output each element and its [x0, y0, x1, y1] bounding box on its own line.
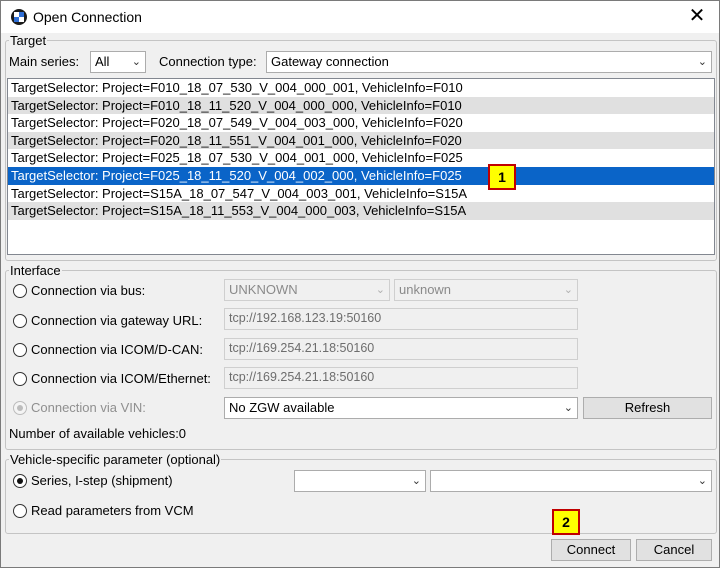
chevron-down-icon: ⌄ [131, 56, 141, 68]
vin-select[interactable]: No ZGW available ⌄ [224, 397, 578, 419]
vin-radio[interactable] [13, 401, 27, 415]
icom-ethernet-radio[interactable] [13, 372, 27, 386]
bus-radio[interactable] [13, 284, 27, 298]
bus-label: Connection via bus: [31, 283, 146, 298]
list-item[interactable]: TargetSelector: Project=S15A_18_07_547_V… [8, 185, 714, 203]
vehicle-params-legend: Vehicle-specific parameter (optional) [10, 452, 221, 467]
list-item[interactable]: TargetSelector: Project=F010_18_07_530_V… [8, 79, 714, 97]
target-list[interactable]: TargetSelector: Project=F010_18_07_530_V… [7, 78, 715, 255]
series-istep-radio[interactable] [13, 474, 27, 488]
app-icon [11, 9, 27, 25]
vin-label: Connection via VIN: [31, 400, 146, 415]
icom-dcan-field[interactable]: tcp://169.254.21.18:50160 [224, 338, 578, 360]
bus-sub-value: unknown [399, 282, 452, 297]
chevron-down-icon: ⌄ [563, 284, 573, 296]
connection-type-select[interactable]: Gateway connection ⌄ [266, 51, 712, 73]
icom-dcan-radio[interactable] [13, 343, 27, 357]
chevron-down-icon: ⌄ [697, 56, 707, 68]
title-bar: Open Connection ✕ [1, 1, 719, 33]
list-item[interactable]: TargetSelector: Project=F020_18_11_551_V… [8, 131, 714, 150]
read-vcm-radio[interactable] [13, 504, 27, 518]
interface-legend: Interface [10, 263, 61, 278]
istep-select[interactable]: ⌄ [430, 470, 712, 492]
vin-value: No ZGW available [229, 400, 335, 415]
gateway-url-field[interactable]: tcp://192.168.123.19:50160 [224, 308, 578, 330]
vehicle-params-group: Vehicle-specific parameter (optional) [5, 452, 717, 534]
series-select[interactable]: ⌄ [294, 470, 426, 492]
open-connection-dialog: Open Connection ✕ Target Main series: Al… [0, 0, 720, 568]
chevron-down-icon: ⌄ [411, 475, 421, 487]
connection-type-value: Gateway connection [271, 54, 389, 69]
close-icon[interactable]: ✕ [685, 4, 709, 28]
connection-type-label: Connection type: [159, 54, 257, 69]
list-item[interactable]: TargetSelector: Project=F025_18_07_530_V… [8, 149, 714, 167]
annotation-badge-1: 1 [488, 164, 516, 190]
target-legend: Target [10, 33, 47, 48]
series-istep-label: Series, I-step (shipment) [31, 473, 173, 488]
chevron-down-icon: ⌄ [375, 284, 385, 296]
bus-value: UNKNOWN [229, 282, 298, 297]
connect-button[interactable]: Connect [551, 539, 631, 561]
bus-select[interactable]: UNKNOWN ⌄ [224, 279, 390, 301]
icom-ethernet-label: Connection via ICOM/Ethernet: [31, 371, 211, 386]
bus-sub-select[interactable]: unknown ⌄ [394, 279, 578, 301]
main-series-label: Main series: [9, 54, 80, 69]
cancel-button[interactable]: Cancel [636, 539, 712, 561]
icom-dcan-label: Connection via ICOM/D-CAN: [31, 342, 203, 357]
chevron-down-icon: ⌄ [697, 475, 707, 487]
list-item[interactable]: TargetSelector: Project=F010_18_11_520_V… [8, 96, 714, 115]
available-vehicles-count: Number of available vehicles:0 [9, 426, 187, 441]
gateway-radio[interactable] [13, 314, 27, 328]
icom-ethernet-field[interactable]: tcp://169.254.21.18:50160 [224, 367, 578, 389]
chevron-down-icon: ⌄ [563, 402, 573, 414]
list-item[interactable]: TargetSelector: Project=S15A_18_11_553_V… [8, 202, 714, 220]
list-item-selected[interactable]: TargetSelector: Project=F025_18_11_520_V… [8, 166, 714, 185]
list-item[interactable]: TargetSelector: Project=F020_18_07_549_V… [8, 114, 714, 132]
gateway-label: Connection via gateway URL: [31, 313, 203, 328]
read-vcm-label: Read parameters from VCM [31, 503, 194, 518]
main-series-value: All [95, 54, 110, 69]
annotation-badge-2: 2 [552, 509, 580, 535]
window-title: Open Connection [33, 9, 142, 25]
main-series-select[interactable]: All ⌄ [90, 51, 146, 73]
refresh-button[interactable]: Refresh [583, 397, 712, 419]
